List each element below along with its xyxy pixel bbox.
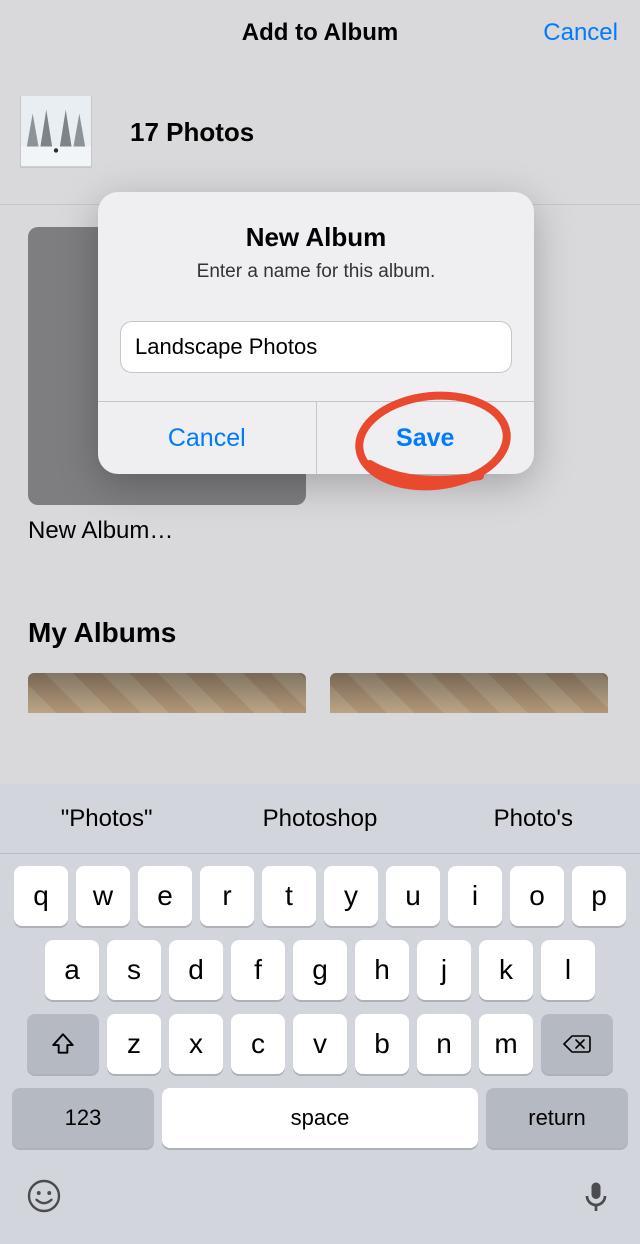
key-numbers[interactable]: 123 [12,1088,154,1148]
key-h[interactable]: h [355,940,409,1000]
keyboard-bottom-bar [0,1160,640,1244]
key-b[interactable]: b [355,1014,409,1074]
navbar: Add to Album Cancel [0,0,640,66]
key-row-3: z x c v b n m [6,1014,634,1074]
suggestion-bar: "Photos" Photoshop Photo's [0,784,640,854]
key-w[interactable]: w [76,866,130,926]
key-z[interactable]: z [107,1014,161,1074]
keyboard: "Photos" Photoshop Photo's q w e r t y u… [0,784,640,1244]
key-space[interactable]: space [162,1088,478,1148]
album-name-input[interactable] [120,321,512,373]
key-l[interactable]: l [541,940,595,1000]
key-j[interactable]: j [417,940,471,1000]
dialog-subtitle: Enter a name for this album. [126,261,506,283]
mic-icon[interactable] [578,1178,614,1214]
selection-thumbnail [20,96,92,168]
key-y[interactable]: y [324,866,378,926]
key-p[interactable]: p [572,866,626,926]
album-grid [28,673,640,713]
key-c[interactable]: c [231,1014,285,1074]
key-d[interactable]: d [169,940,223,1000]
suggestion[interactable]: Photo's [427,805,640,833]
key-o[interactable]: o [510,866,564,926]
key-g[interactable]: g [293,940,347,1000]
key-n[interactable]: n [417,1014,471,1074]
key-m[interactable]: m [479,1014,533,1074]
key-u[interactable]: u [386,866,440,926]
key-v[interactable]: v [293,1014,347,1074]
key-q[interactable]: q [14,866,68,926]
page-title: Add to Album [242,19,398,47]
section-my-albums: My Albums [28,617,640,649]
new-album-dialog: New Album Enter a name for this album. C… [98,192,534,474]
key-return[interactable]: return [486,1088,628,1148]
selection-summary: 17 Photos [0,66,640,198]
album-thumbnail[interactable] [330,673,608,713]
selection-count: 17 Photos [130,117,254,148]
backspace-icon [562,1032,592,1056]
key-k[interactable]: k [479,940,533,1000]
key-shift[interactable] [27,1014,99,1074]
key-row-2: a s d f g h j k l [6,940,634,1000]
key-e[interactable]: e [138,866,192,926]
suggestion[interactable]: Photoshop [213,805,426,833]
key-t[interactable]: t [262,866,316,926]
cancel-button[interactable]: Cancel [543,19,618,47]
album-thumbnail[interactable] [28,673,306,713]
key-backspace[interactable] [541,1014,613,1074]
key-row-1: q w e r t y u i o p [6,866,634,926]
shift-icon [50,1031,76,1057]
key-row-4: 123 space return [6,1088,634,1154]
new-album-label: New Album… [28,517,640,545]
key-s[interactable]: s [107,940,161,1000]
dialog-save-button[interactable]: Save [316,402,535,474]
winter-trees-thumbnail [21,95,91,167]
key-x[interactable]: x [169,1014,223,1074]
key-i[interactable]: i [448,866,502,926]
dialog-cancel-button[interactable]: Cancel [98,402,316,474]
emoji-icon[interactable] [26,1178,62,1214]
dialog-title: New Album [126,222,506,253]
key-f[interactable]: f [231,940,285,1000]
key-r[interactable]: r [200,866,254,926]
suggestion[interactable]: "Photos" [0,805,213,833]
key-a[interactable]: a [45,940,99,1000]
